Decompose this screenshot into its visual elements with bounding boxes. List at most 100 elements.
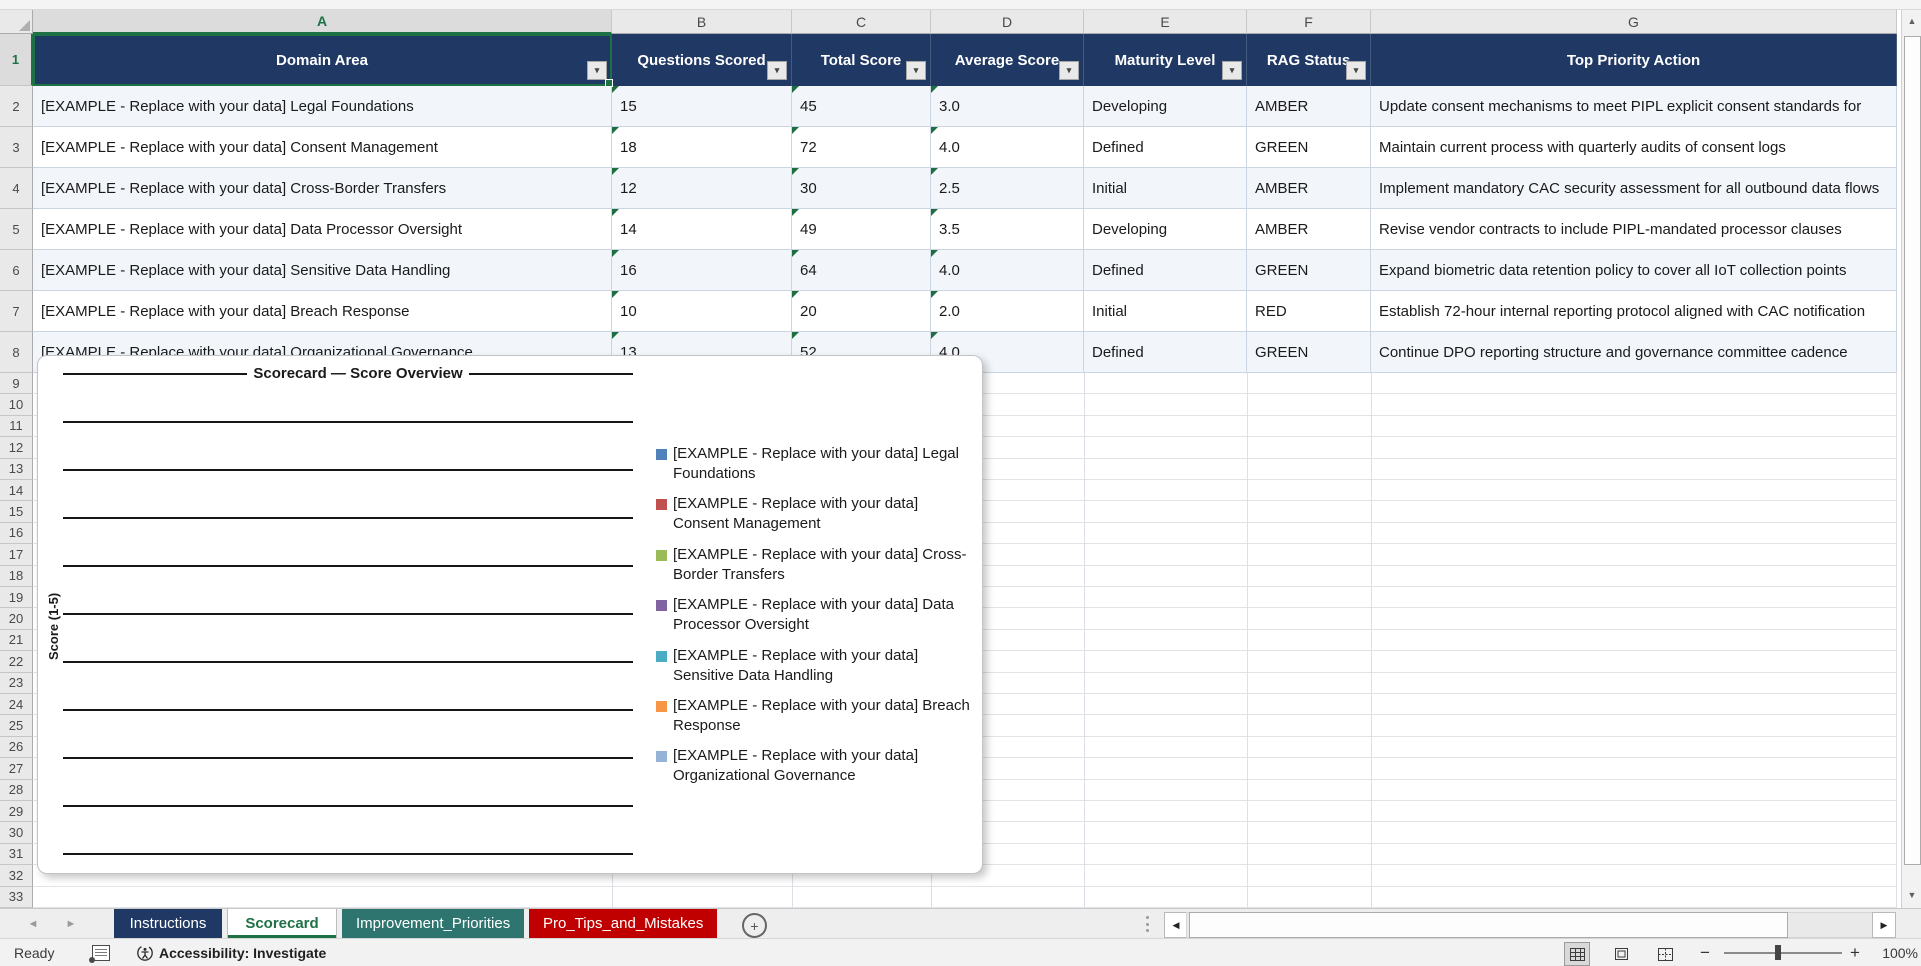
hscroll-right-icon[interactable]: ▶ [1872,912,1896,938]
row-header-27[interactable]: 27 [0,758,33,780]
cell-d5[interactable]: 3.5 [931,209,1084,250]
cell-g8[interactable]: Continue DPO reporting structure and gov… [1371,332,1897,373]
row-header-22[interactable]: 22 [0,651,33,673]
embedded-chart[interactable]: Scorecard — Score Overview Score (1-5) [… [37,355,983,874]
filter-dropdown-icon[interactable]: ▾ [1222,61,1242,80]
tab-splitter-handle[interactable] [1146,916,1150,932]
row-header-1[interactable]: 1 [0,34,33,86]
hscroll-left-icon[interactable]: ◀ [1164,912,1188,938]
zoom-slider-thumb[interactable] [1775,945,1781,960]
row-header-19[interactable]: 19 [0,587,33,609]
cell-e6[interactable]: Defined [1084,250,1247,291]
cell-d4[interactable]: 2.5 [931,168,1084,209]
scroll-up-icon[interactable]: ▲ [1903,10,1921,32]
cell-a4[interactable]: [EXAMPLE - Replace with your data] Cross… [33,168,612,209]
cell-c4[interactable]: 30 [792,168,931,209]
row-header-12[interactable]: 12 [0,437,33,459]
row-header-18[interactable]: 18 [0,565,33,587]
cell-b4[interactable]: 12 [612,168,792,209]
cell-f2[interactable]: AMBER [1247,86,1371,127]
tab-scroll-left-icon[interactable]: ◄ [18,909,48,939]
select-all-button[interactable] [0,10,33,34]
row-header-16[interactable]: 16 [0,522,33,545]
filter-dropdown-icon[interactable]: ▾ [906,61,926,80]
sheet-tab-improvement_priorities[interactable]: Improvement_Priorities [342,909,525,938]
zoom-slider[interactable] [1724,952,1842,954]
cell-e4[interactable]: Initial [1084,168,1247,209]
row-header-26[interactable]: 26 [0,736,33,759]
cell-d3[interactable]: 4.0 [931,127,1084,168]
cell-a3[interactable]: [EXAMPLE - Replace with your data] Conse… [33,127,612,168]
row-header-32[interactable]: 32 [0,865,33,887]
page-break-view-icon[interactable] [1652,942,1678,966]
filter-dropdown-icon[interactable]: ▾ [767,61,787,80]
row-header-25[interactable]: 25 [0,715,33,737]
cell-f5[interactable]: AMBER [1247,209,1371,250]
cell-a2[interactable]: [EXAMPLE - Replace with your data] Legal… [33,86,612,127]
cell-e5[interactable]: Developing [1084,209,1247,250]
row-header-15[interactable]: 15 [0,501,33,523]
row-header-31[interactable]: 31 [0,843,33,866]
zoom-level[interactable]: 100% [1874,939,1918,966]
row-header-3[interactable]: 3 [0,127,33,168]
cell-b3[interactable]: 18 [612,127,792,168]
cell-f3[interactable]: GREEN [1247,127,1371,168]
row-header-28[interactable]: 28 [0,779,33,801]
row-header-33[interactable]: 33 [0,886,33,908]
cell-d6[interactable]: 4.0 [931,250,1084,291]
cell-c5[interactable]: 49 [792,209,931,250]
row-header-24[interactable]: 24 [0,694,33,716]
cell-e3[interactable]: Defined [1084,127,1247,168]
row-header-11[interactable]: 11 [0,415,33,438]
sheet-tab-instructions[interactable]: Instructions [114,909,222,938]
cell-g6[interactable]: Expand biometric data retention policy t… [1371,250,1897,291]
cell-a5[interactable]: [EXAMPLE - Replace with your data] Data … [33,209,612,250]
row-header-7[interactable]: 7 [0,291,33,332]
filter-dropdown-icon[interactable]: ▾ [587,61,607,80]
column-header-a[interactable]: A [33,10,612,34]
column-header-b[interactable]: B [612,10,792,34]
cell-g3[interactable]: Maintain current process with quarterly … [1371,127,1897,168]
cell-e7[interactable]: Initial [1084,291,1247,332]
cell-d2[interactable]: 3.0 [931,86,1084,127]
cell-b6[interactable]: 16 [612,250,792,291]
row-header-5[interactable]: 5 [0,209,33,250]
column-header-c[interactable]: C [792,10,931,34]
macro-record-icon[interactable] [89,939,110,966]
row-header-6[interactable]: 6 [0,250,33,291]
row-header-9[interactable]: 9 [0,373,33,395]
row-header-14[interactable]: 14 [0,480,33,502]
cell-c7[interactable]: 20 [792,291,931,332]
cell-a6[interactable]: [EXAMPLE - Replace with your data] Sensi… [33,250,612,291]
cell-e8[interactable]: Defined [1084,332,1247,373]
cell-a7[interactable]: [EXAMPLE - Replace with your data] Breac… [33,291,612,332]
cell-c6[interactable]: 64 [792,250,931,291]
cell-f7[interactable]: RED [1247,291,1371,332]
cell-g5[interactable]: Revise vendor contracts to include PIPL-… [1371,209,1897,250]
row-header-8[interactable]: 8 [0,332,33,373]
zoom-out-icon[interactable]: − [1700,939,1710,966]
cell-g4[interactable]: Implement mandatory CAC security assessm… [1371,168,1897,209]
row-header-29[interactable]: 29 [0,801,33,823]
filter-dropdown-icon[interactable]: ▾ [1346,61,1366,80]
empty-row[interactable] [33,887,1897,908]
cell-b5[interactable]: 14 [612,209,792,250]
scroll-down-icon[interactable]: ▼ [1903,884,1921,906]
horizontal-scrollbar-thumb[interactable] [1189,912,1788,938]
row-header-17[interactable]: 17 [0,544,33,566]
cell-f8[interactable]: GREEN [1247,332,1371,373]
new-sheet-button[interactable]: + [742,913,767,938]
zoom-in-icon[interactable]: + [1850,939,1860,966]
column-header-g[interactable]: G [1371,10,1897,34]
row-header-21[interactable]: 21 [0,629,33,652]
row-header-13[interactable]: 13 [0,458,33,480]
cell-e2[interactable]: Developing [1084,86,1247,127]
row-header-2[interactable]: 2 [0,86,33,127]
row-header-10[interactable]: 10 [0,394,33,416]
row-header-23[interactable]: 23 [0,672,33,694]
tab-scroll-right-icon[interactable]: ► [56,909,86,939]
column-header-f[interactable]: F [1247,10,1371,34]
page-layout-view-icon[interactable] [1608,942,1634,966]
cell-g2[interactable]: Update consent mechanisms to meet PIPL e… [1371,86,1897,127]
row-header-4[interactable]: 4 [0,168,33,209]
